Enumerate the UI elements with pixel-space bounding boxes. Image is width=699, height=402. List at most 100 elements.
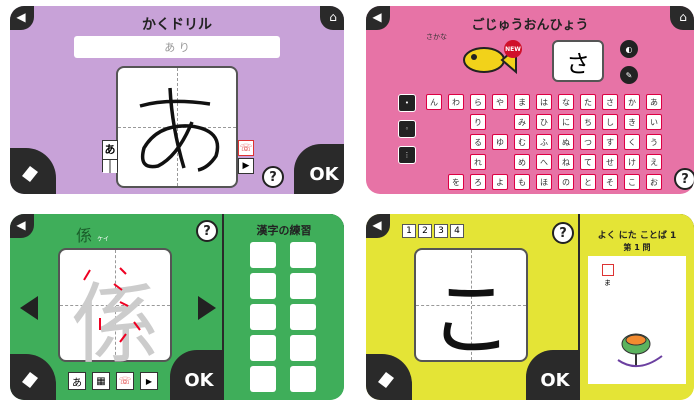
new-badge: NEW [504, 40, 522, 58]
selected-char-box: さ [552, 40, 604, 82]
eraser-icon [22, 166, 38, 182]
kanji-canvas[interactable]: 係 [58, 248, 172, 376]
play-icon[interactable]: ▶ [140, 372, 158, 390]
back-button[interactable]: ◀ [10, 214, 34, 238]
practice-cell[interactable] [290, 366, 316, 392]
eraser-button[interactable] [10, 354, 56, 400]
help-button[interactable]: ? [552, 222, 574, 244]
kana-cell[interactable]: ね [558, 154, 574, 170]
ok-button[interactable]: OK [294, 144, 344, 194]
hiragana-toggle[interactable]: あ [68, 372, 86, 390]
spinning-top-icon [617, 333, 663, 367]
sound-button[interactable]: ◐ [620, 40, 638, 58]
eraser-button[interactable] [10, 148, 56, 194]
kana-cell[interactable]: ふ [536, 134, 552, 150]
kana-cell[interactable]: う [646, 134, 662, 150]
mode-toggle-2[interactable]: ◦ [398, 120, 416, 138]
kana-cell[interactable]: よ [492, 174, 508, 190]
kana-cell[interactable]: ろ [470, 174, 486, 190]
num-tab-4[interactable]: 4 [450, 224, 464, 238]
pen-button[interactable]: ✎ [620, 66, 638, 84]
num-tab-1[interactable]: 1 [402, 224, 416, 238]
mode-toggle-1[interactable]: • [398, 94, 416, 112]
handwritten-stroke [139, 87, 220, 172]
kana-cell[interactable]: は [536, 94, 552, 110]
practice-cell[interactable] [290, 335, 316, 361]
kana-cell[interactable]: も [514, 174, 530, 190]
sound-icon[interactable]: ☏ [238, 140, 254, 156]
help-button[interactable]: ? [262, 166, 284, 188]
answer-hint-text: あ り [164, 41, 190, 54]
kana-cell[interactable]: お [646, 174, 662, 190]
kana-cell[interactable]: み [514, 114, 530, 130]
grid-icon[interactable]: ▦ [92, 372, 110, 390]
similar-words-panel: ◀ ⌂ 1 2 3 4 ? こ OK よく にた ことば 1 第 1 問 ま [366, 214, 694, 400]
kana-cell[interactable]: え [646, 154, 662, 170]
help-button[interactable]: ? [196, 220, 218, 242]
kana-cell[interactable]: れ [470, 154, 486, 170]
kana-cell[interactable]: い [646, 114, 662, 130]
kana-cell[interactable]: な [558, 94, 574, 110]
kana-cell[interactable]: わ [448, 94, 464, 110]
back-button[interactable]: ◀ [366, 214, 390, 238]
kana-cell[interactable]: に [558, 114, 574, 130]
num-tab-3[interactable]: 3 [434, 224, 448, 238]
kana-cell[interactable]: け [624, 154, 640, 170]
practice-cell[interactable] [250, 366, 276, 392]
kana-cell[interactable]: し [602, 114, 618, 130]
kana-cell[interactable]: す [602, 134, 618, 150]
practice-cell[interactable] [250, 242, 276, 268]
answer-box[interactable] [602, 264, 614, 276]
kana-cell[interactable]: ゆ [492, 134, 508, 150]
prev-arrow[interactable] [20, 296, 38, 320]
kana-cell[interactable]: ら [470, 94, 486, 110]
gojuon-table-panel: ◀ ⌂ ごじゅうおんひょう さかな NEW さ ◐ ✎ • ◦ ⋮ んわらやまは… [366, 6, 694, 194]
kana-cell[interactable]: め [514, 154, 530, 170]
kana-cell[interactable]: る [470, 134, 486, 150]
num-tab-2[interactable]: 2 [418, 224, 432, 238]
kana-cell[interactable]: あ [646, 94, 662, 110]
quiz-sheet: よく にた ことば 1 第 1 問 ま [578, 214, 694, 400]
next-arrow[interactable] [198, 296, 216, 320]
reference-char-box[interactable]: あ [102, 140, 118, 173]
kana-cell[interactable]: せ [602, 154, 618, 170]
kana-cell[interactable]: こ [624, 174, 640, 190]
kana-cell[interactable]: ち [580, 114, 596, 130]
play-icon[interactable]: ▶ [238, 158, 254, 174]
kana-cell[interactable]: ま [514, 94, 530, 110]
kana-cell[interactable]: つ [580, 134, 596, 150]
practice-cell[interactable] [250, 273, 276, 299]
practice-cell[interactable] [290, 273, 316, 299]
practice-sheet: 漢字の練習 [222, 214, 344, 400]
kana-cell[interactable]: ほ [536, 174, 552, 190]
practice-cell[interactable] [250, 335, 276, 361]
kana-cell[interactable]: ん [426, 94, 442, 110]
drawing-canvas[interactable] [116, 66, 238, 188]
kana-cell[interactable]: む [514, 134, 530, 150]
help-button[interactable]: ? [674, 168, 694, 190]
kana-cell[interactable]: か [624, 94, 640, 110]
kana-cell[interactable]: く [624, 134, 640, 150]
sound-icon[interactable]: ☏ [116, 372, 134, 390]
ok-button[interactable]: OK [526, 350, 578, 400]
kana-cell[interactable]: た [580, 94, 596, 110]
ok-button[interactable]: OK [170, 350, 222, 400]
kana-cell[interactable]: や [492, 94, 508, 110]
drawing-canvas[interactable]: こ [414, 248, 528, 368]
kana-cell[interactable]: り [470, 114, 486, 130]
kana-cell[interactable]: き [624, 114, 640, 130]
kana-cell[interactable]: ぬ [558, 134, 574, 150]
kana-cell[interactable]: の [558, 174, 574, 190]
kana-cell[interactable]: そ [602, 174, 618, 190]
kana-cell[interactable]: さ [602, 94, 618, 110]
practice-cell[interactable] [250, 304, 276, 330]
kana-cell[interactable]: ひ [536, 114, 552, 130]
mode-toggle-3[interactable]: ⋮ [398, 146, 416, 164]
eraser-button[interactable] [366, 354, 412, 400]
kana-cell[interactable]: を [448, 174, 464, 190]
practice-cell[interactable] [290, 242, 316, 268]
practice-cell[interactable] [290, 304, 316, 330]
kana-cell[interactable]: と [580, 174, 596, 190]
kana-cell[interactable]: へ [536, 154, 552, 170]
kana-cell[interactable]: て [580, 154, 596, 170]
